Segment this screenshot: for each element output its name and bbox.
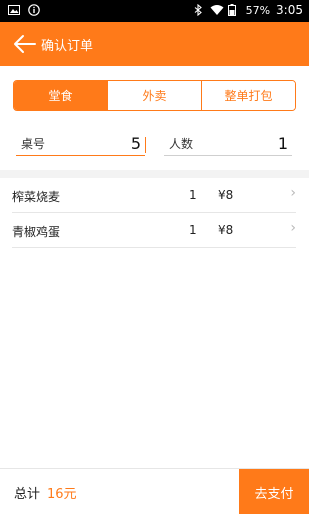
item-qty: 1 [189, 188, 197, 202]
tab-takeout[interactable]: 外卖 [108, 81, 202, 110]
wifi-icon [210, 4, 224, 16]
info-icon [28, 4, 40, 16]
clock: 3:05 [276, 3, 303, 17]
order-list: 榨菜烧麦 1 ¥8 › 青椒鸡蛋 1 ¥8 › [0, 178, 309, 248]
pay-button[interactable]: 去支付 [239, 469, 309, 514]
list-item[interactable]: 青椒鸡蛋 1 ¥8 › [12, 213, 296, 248]
checkout-bar: 总计 16元 去支付 [0, 468, 309, 514]
bluetooth-icon [192, 3, 204, 17]
item-price: ¥8 [218, 188, 234, 202]
item-name: 榨菜烧麦 [12, 190, 61, 204]
page-title: 确认订单 [41, 38, 94, 54]
table-number-input[interactable]: 5 [131, 134, 146, 153]
app-bar: 确认订单 [0, 22, 309, 66]
item-name: 青椒鸡蛋 [12, 225, 61, 239]
order-type-tabs: 堂食 外卖 整单打包 [13, 80, 296, 111]
image-icon [8, 4, 20, 16]
section-divider [0, 170, 309, 178]
status-bar: 57% 3:05 [0, 0, 309, 22]
people-count-label: 人数 [169, 137, 194, 151]
battery-percent: 57% [245, 3, 271, 17]
people-count-input[interactable]: 1 [278, 134, 292, 153]
text-cursor [145, 137, 146, 153]
chevron-right-icon[interactable]: › [290, 220, 296, 236]
tab-pack-all[interactable]: 整单打包 [202, 81, 295, 110]
table-number-field[interactable]: 桌号 5 [16, 132, 146, 156]
tab-dine-in[interactable]: 堂食 [14, 81, 108, 110]
item-price: ¥8 [218, 223, 234, 237]
people-count-field[interactable]: 人数 1 [164, 132, 292, 156]
battery-icon [227, 4, 240, 16]
list-item[interactable]: 榨菜烧麦 1 ¥8 › [12, 178, 296, 213]
total-label: 总计 [14, 487, 41, 502]
table-number-label: 桌号 [21, 137, 46, 151]
chevron-right-icon[interactable]: › [290, 185, 296, 201]
item-qty: 1 [189, 223, 197, 237]
total-amount: 16元 [47, 487, 77, 502]
back-arrow-icon[interactable] [9, 29, 39, 59]
